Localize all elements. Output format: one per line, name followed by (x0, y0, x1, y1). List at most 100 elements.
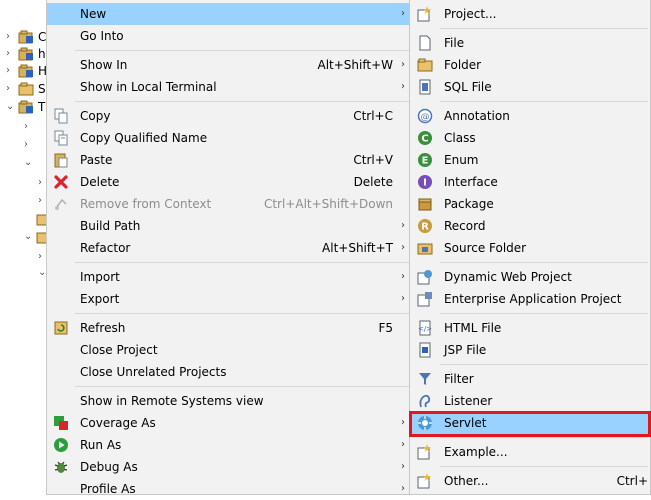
menu-item-show-in[interactable]: Show In Alt+Shift+W › (47, 54, 411, 76)
menu-item-delete[interactable]: Delete Delete (47, 171, 411, 193)
svg-text:</>: </> (418, 325, 432, 333)
menu-item-refactor[interactable]: Refactor Alt+Shift+T › (47, 237, 411, 259)
submenu-arrow-icon: › (401, 59, 405, 70)
menu-item-close-project[interactable]: Close Project (47, 339, 411, 361)
other-wizard-icon (417, 473, 431, 489)
tree-row[interactable]: › h (0, 47, 48, 63)
submenu-arrow-icon: › (401, 242, 405, 253)
chevron-right-icon[interactable]: › (6, 31, 16, 43)
project-icon (18, 47, 33, 61)
menu-item-go-into[interactable]: Go Into (47, 25, 411, 47)
copy-icon (54, 108, 68, 124)
menu-item-paste[interactable]: Paste Ctrl+V (47, 149, 411, 171)
context-menu: New › Go Into Show In Alt+Shift+W › Show… (46, 0, 412, 496)
tree-row[interactable]: ⌄ T (0, 100, 48, 116)
tree-row[interactable]: › S (0, 82, 48, 98)
submenu-item-enterprise-application-project[interactable]: Enterprise Application Project (410, 288, 650, 310)
menu-separator (75, 386, 409, 387)
menu-item-label: Build Path (80, 219, 141, 233)
menu-item-run-as[interactable]: Run As › (47, 434, 411, 456)
menu-item-label: Delete (80, 175, 120, 189)
tree-row[interactable]: › H (0, 64, 48, 80)
submenu-item-other[interactable]: Other... Ctrl+ (410, 470, 650, 492)
menu-item-refresh[interactable]: Refresh F5 (47, 317, 411, 339)
menu-item-close-unrelated-projects[interactable]: Close Unrelated Projects (47, 361, 411, 383)
submenu-arrow-icon: › (401, 417, 405, 428)
submenu-item-example[interactable]: Example... (410, 441, 650, 463)
menu-item-label: Interface (444, 175, 498, 189)
menu-item-show-in-local-terminal[interactable]: Show in Local Terminal › (47, 76, 411, 98)
menu-separator (75, 101, 409, 102)
tree-row[interactable]: › (0, 120, 48, 136)
submenu-item-class[interactable]: C Class (410, 127, 650, 149)
chevron-down-icon[interactable]: ⌄ (24, 231, 34, 243)
submenu-item-html-file[interactable]: </> HTML File (410, 317, 650, 339)
submenu-item-record[interactable]: R Record (410, 215, 650, 237)
menu-item-debug-as[interactable]: Debug As › (47, 456, 411, 478)
chevron-down-icon[interactable]: ⌄ (6, 101, 16, 113)
tree-row[interactable] (0, 212, 52, 228)
submenu-item-listener[interactable]: Listener (410, 390, 650, 412)
svg-text:@: @ (421, 113, 430, 123)
menu-item-label: Export (80, 292, 120, 306)
chevron-down-icon[interactable]: ⌄ (24, 157, 34, 169)
chevron-right-icon[interactable]: › (24, 121, 34, 133)
sql-file-icon (419, 79, 431, 95)
submenu-item-folder[interactable]: Folder (410, 54, 650, 76)
submenu-item-annotation[interactable]: @ Annotation (410, 105, 650, 127)
submenu-item-filter[interactable]: Filter (410, 368, 650, 390)
enterprise-project-icon (417, 292, 432, 307)
menu-item-coverage-as[interactable]: Coverage As › (47, 412, 411, 434)
class-icon: C (418, 131, 432, 145)
chevron-right-icon[interactable]: › (24, 139, 34, 151)
menu-item-label: SQL File (444, 80, 492, 94)
menu-item-shortcut: Delete (353, 175, 393, 189)
tree-row[interactable]: › (0, 194, 48, 210)
submenu-item-file[interactable]: File (410, 32, 650, 54)
tree-row[interactable]: › C (0, 30, 48, 46)
submenu-item-package[interactable]: Package (410, 193, 650, 215)
tree-row[interactable]: ⌄ (0, 266, 48, 282)
menu-separator (440, 262, 648, 263)
menu-item-label: Refresh (80, 321, 126, 335)
menu-item-shortcut: F5 (378, 321, 393, 335)
tree-row[interactable]: › (0, 138, 48, 154)
tree-row[interactable]: ⌄ (0, 230, 52, 246)
menu-item-label: Show in Local Terminal (80, 80, 217, 94)
menu-item-export[interactable]: Export › (47, 288, 411, 310)
menu-item-show-remote-systems[interactable]: Show in Remote Systems view (47, 390, 411, 412)
submenu-item-project[interactable]: Project... (410, 3, 650, 25)
menu-item-import[interactable]: Import › (47, 266, 411, 288)
submenu-item-enum[interactable]: E Enum (410, 149, 650, 171)
chevron-right-icon[interactable]: › (6, 65, 16, 77)
menu-item-remove-from-context[interactable]: Remove from Context Ctrl+Alt+Shift+Down (47, 193, 411, 215)
menu-item-new[interactable]: New › (47, 3, 411, 25)
web-project-icon (417, 270, 432, 285)
new-project-icon (417, 6, 431, 22)
menu-item-shortcut: Alt+Shift+W (317, 58, 394, 72)
menu-item-label: JSP File (444, 343, 487, 357)
submenu-item-servlet[interactable]: Servlet (410, 412, 650, 434)
menu-item-build-path[interactable]: Build Path › (47, 215, 411, 237)
submenu-item-source-folder[interactable]: Source Folder (410, 237, 650, 259)
menu-item-label: Import (80, 270, 120, 284)
tree-row[interactable]: ⌄ (0, 156, 48, 172)
chevron-right-icon[interactable]: › (6, 83, 16, 95)
menu-item-label: Show In (80, 58, 128, 72)
menu-item-copy[interactable]: Copy Ctrl+C (47, 105, 411, 127)
menu-item-copy-qualified-name[interactable]: Copy Qualified Name (47, 127, 411, 149)
chevron-right-icon[interactable]: › (6, 48, 16, 60)
tree-row[interactable]: › (0, 250, 48, 266)
menu-item-label: Package (444, 197, 494, 211)
menu-item-shortcut: Ctrl+V (353, 153, 393, 167)
menu-item-profile-as[interactable]: Profile As › (47, 478, 411, 500)
submenu-item-interface[interactable]: I Interface (410, 171, 650, 193)
menu-separator (440, 437, 648, 438)
html-file-icon: </> (418, 320, 432, 336)
submenu-arrow-icon: › (401, 271, 405, 282)
submenu-item-dynamic-web-project[interactable]: Dynamic Web Project (410, 266, 650, 288)
submenu-item-sql-file[interactable]: SQL File (410, 76, 650, 98)
submenu-item-jsp-file[interactable]: JSP File (410, 339, 650, 361)
menu-separator (75, 262, 409, 263)
tree-row[interactable]: › (0, 176, 48, 192)
